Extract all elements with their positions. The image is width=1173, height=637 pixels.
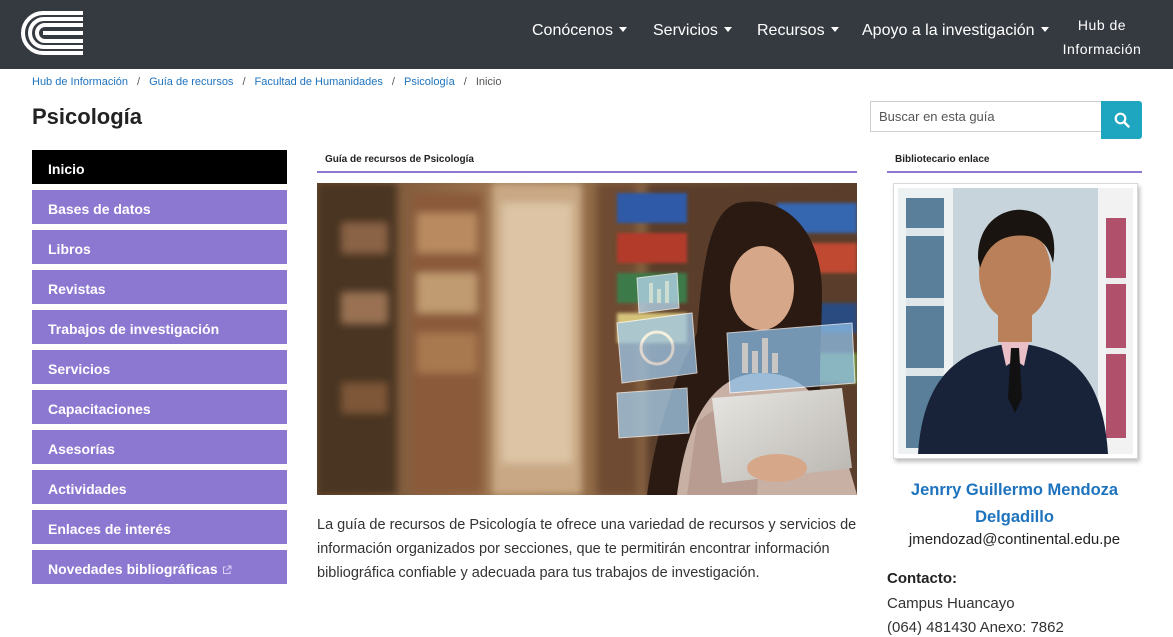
librarian-box-rule	[887, 171, 1142, 173]
breadcrumb-current: Inicio	[475, 76, 502, 88]
breadcrumb-separator: /	[242, 76, 246, 88]
hero-image-student-tablet	[317, 183, 857, 495]
sidebar-item-enlaces-interes[interactable]: Enlaces de interés	[32, 510, 287, 544]
sidebar-item-inicio[interactable]: Inicio	[32, 150, 287, 184]
sidebar-item-servicios[interactable]: Servicios	[32, 350, 287, 384]
sidebar-item-capacitaciones[interactable]: Capacitaciones	[32, 390, 287, 424]
nav-label: Servicios	[653, 22, 718, 39]
nav-recursos[interactable]: Recursos	[757, 22, 839, 40]
contact-label: Contacto:	[887, 570, 957, 587]
sidebar-item-asesorias[interactable]: Asesorías	[32, 430, 287, 464]
guide-box-title: Guía de recursos de Psicología	[325, 154, 474, 165]
nav-label: Recursos	[757, 22, 825, 39]
breadcrumb-separator: /	[391, 76, 395, 88]
nav-apoyo-investigacion[interactable]: Apoyo a la investigación	[862, 22, 1049, 40]
search-button[interactable]	[1101, 101, 1142, 139]
caret-down-icon	[830, 27, 839, 32]
breadcrumb-separator: /	[463, 76, 467, 88]
external-link-icon	[222, 551, 232, 589]
breadcrumb-guia[interactable]: Guía de recursos	[149, 76, 233, 88]
sidebar-item-revistas[interactable]: Revistas	[32, 270, 287, 304]
guide-box-rule	[317, 171, 857, 173]
nav-label: Apoyo a la investigación	[862, 22, 1035, 39]
contact-phone: (064) 481430 Anexo: 7862	[887, 619, 1064, 636]
sidebar-item-novedades-bibliograficas[interactable]: Novedades bibliográficas	[32, 550, 287, 584]
librarian-photo	[893, 183, 1138, 459]
guide-sidebar: Inicio Bases de datos Libros Revistas Tr…	[32, 150, 287, 590]
librarian-box-title: Bibliotecario enlace	[895, 154, 990, 165]
breadcrumb-hub[interactable]: Hub de Información	[32, 76, 128, 88]
university-logo-icon[interactable]	[19, 9, 85, 57]
librarian-name-line-1: Jenrry Guillermo Mendoza	[910, 481, 1119, 499]
top-navbar: Conócenos Servicios Recursos Apoyo a la …	[0, 0, 1173, 69]
breadcrumb: Hub de Información / Guía de recursos / Facu…	[32, 76, 502, 88]
hub-line-2: Información	[1062, 41, 1142, 57]
sidebar-item-libros[interactable]: Libros	[32, 230, 287, 264]
caret-down-icon	[1040, 27, 1049, 32]
sidebar-item-label: Novedades bibliográficas	[48, 561, 218, 577]
caret-down-icon	[723, 27, 732, 32]
librarian-email[interactable]: jmendozad@continental.edu.pe	[887, 531, 1142, 548]
caret-down-icon	[618, 27, 627, 32]
librarian-name[interactable]: Jenrry Guillermo Mendoza Delgadillo	[887, 477, 1142, 531]
hub-line-1: Hub de	[1077, 17, 1127, 33]
sidebar-item-trabajos-investigacion[interactable]: Trabajos de investigación	[32, 310, 287, 344]
breadcrumb-facultad[interactable]: Facultad de Humanidades	[255, 76, 383, 88]
nav-conocenos[interactable]: Conócenos	[532, 22, 627, 40]
sidebar-item-actividades[interactable]: Actividades	[32, 470, 287, 504]
search-input[interactable]	[870, 101, 1102, 132]
breadcrumb-separator: /	[137, 76, 141, 88]
sidebar-item-bases-de-datos[interactable]: Bases de datos	[32, 190, 287, 224]
contact-campus: Campus Huancayo	[887, 595, 1015, 612]
hub-informacion-link[interactable]: Hub de Información	[1050, 13, 1154, 61]
guide-intro-text: La guía de recursos de Psicología te ofr…	[317, 517, 857, 581]
breadcrumb-psicologia[interactable]: Psicología	[404, 76, 455, 88]
nav-servicios[interactable]: Servicios	[653, 22, 732, 40]
nav-label: Conócenos	[532, 22, 613, 39]
librarian-name-line-2: Delgadillo	[975, 508, 1054, 526]
search-icon	[1114, 112, 1130, 128]
page-title: Psicología	[32, 104, 143, 129]
